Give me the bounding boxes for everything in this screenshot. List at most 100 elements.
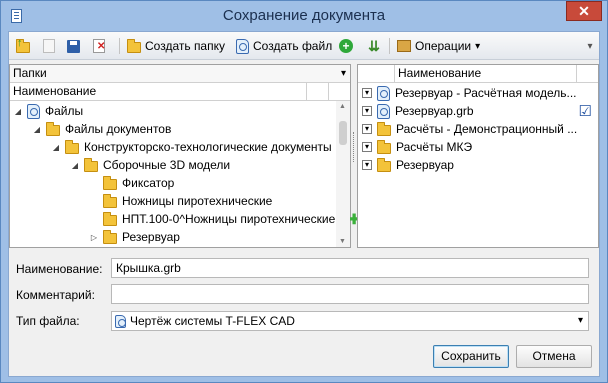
- download-icon: ⇊: [368, 38, 380, 54]
- tree-item-label: Файлы документов: [65, 122, 172, 136]
- expand-toggle-icon[interactable]: ▾: [362, 142, 372, 152]
- operations-menu[interactable]: Операции ▾: [397, 37, 480, 55]
- folder-icon: [84, 157, 98, 172]
- document-icon: [377, 103, 390, 119]
- chevron-down-icon: ▾: [587, 40, 593, 52]
- tree-item[interactable]: ◢ Сборочные 3D модели: [71, 156, 230, 174]
- toolbar-separator: [389, 38, 390, 54]
- chevron-down-icon[interactable]: ▾: [578, 312, 583, 330]
- edit-button[interactable]: [41, 37, 55, 55]
- tree-item[interactable]: ◢ Файлы: [14, 102, 83, 120]
- chevron-down-icon: ▾: [475, 40, 481, 52]
- dialog-body: ↑ ✕ Создать папку Создать файл + ⇊ Опера…: [8, 31, 600, 377]
- folder-icon: [103, 193, 117, 208]
- filetype-select[interactable]: Чертёж системы T-FLEX CAD ▾: [111, 311, 589, 331]
- collapse-arrow-icon[interactable]: ◢: [33, 125, 41, 134]
- pane-splitter[interactable]: [353, 132, 355, 162]
- toolbar: ↑ ✕ Создать папку Создать файл + ⇊ Опера…: [9, 32, 599, 60]
- create-file-label: Создать файл: [253, 39, 333, 53]
- folder-icon: [103, 175, 117, 190]
- filetype-value: Чертёж системы T-FLEX CAD: [130, 314, 295, 328]
- dialog-window: Сохранение документа ✕ ↑ ✕ Создать папку: [0, 0, 608, 383]
- file-list-item[interactable]: ▾ Резервуар: [362, 156, 596, 174]
- close-button[interactable]: ✕: [566, 1, 602, 21]
- scroll-down-icon[interactable]: ▼: [339, 238, 346, 245]
- checkmark-icon: ☑: [578, 103, 592, 120]
- tree-item-label: Резервуар: [122, 230, 180, 244]
- expand-toggle-icon[interactable]: ▾: [362, 106, 372, 116]
- title-bar[interactable]: Сохранение документа ✕: [1, 1, 607, 31]
- tree-item-label: Фиксатор: [122, 176, 175, 190]
- folders-scrollbar[interactable]: ▲ ▼: [336, 101, 350, 247]
- cancel-button[interactable]: Отмена: [516, 345, 592, 368]
- file-list-item[interactable]: ▾ Расчёты МКЭ: [362, 138, 596, 156]
- collapse-arrow-icon[interactable]: ◢: [14, 107, 22, 116]
- save-button[interactable]: Сохранить: [433, 345, 509, 368]
- tree-item[interactable]: НПТ.100-0^Ножницы пиротехнические ✚: [90, 210, 360, 228]
- file-list-item[interactable]: ▾ Расчёты - Демонстрационный ...: [362, 120, 596, 138]
- toolbar-overflow-button[interactable]: ▾: [583, 37, 597, 55]
- create-folder-label: Создать папку: [145, 39, 225, 53]
- save-button-toolbar[interactable]: [67, 37, 80, 55]
- chevron-down-icon[interactable]: ▾: [341, 65, 346, 82]
- folders-pane-title: Папки: [13, 66, 47, 80]
- folders-pane-header: Папки ▾: [10, 65, 350, 83]
- save-icon: [67, 39, 80, 53]
- create-file-button[interactable]: Создать файл: [236, 37, 332, 55]
- tree-item-label: Сборочные 3D модели: [103, 158, 231, 172]
- tree-item[interactable]: Фиксатор: [90, 174, 174, 192]
- file-list-item[interactable]: ▾ Резервуар - Расчётная модель...: [362, 84, 596, 102]
- tree-item[interactable]: ▷ Резервуар: [90, 228, 180, 246]
- column-name-label: Наименование: [13, 84, 97, 98]
- delete-button[interactable]: ✕: [93, 37, 105, 55]
- file-list-item[interactable]: ▾ Резервуар.grb ☑: [362, 102, 596, 120]
- operations-label: Операции: [415, 39, 472, 53]
- scroll-up-icon[interactable]: ▲: [339, 103, 346, 110]
- up-folder-button[interactable]: ↑: [15, 37, 31, 55]
- name-field[interactable]: Крышка.grb: [111, 258, 589, 278]
- expand-toggle-icon[interactable]: ▾: [362, 160, 372, 170]
- filetype-label: Тип файла:: [16, 314, 80, 328]
- expand-arrow-icon[interactable]: ▷: [90, 233, 98, 242]
- comment-field[interactable]: [111, 284, 589, 304]
- folder-icon: [65, 139, 79, 154]
- tree-item[interactable]: ◢ Конструкторско-технологические документ…: [52, 138, 332, 156]
- folder-icon: [103, 211, 117, 226]
- files-column-header[interactable]: Наименование: [358, 65, 598, 83]
- files-pane: Наименование ▾ Резервуар - Расчётная моде…: [357, 64, 599, 248]
- add-button[interactable]: +: [339, 37, 353, 55]
- download-button[interactable]: ⇊: [366, 37, 382, 55]
- name-label: Наименование:: [16, 262, 103, 276]
- folder-icon: [377, 121, 391, 136]
- folders-pane: Папки ▾ Наименование ◢ Файлы ◢ Файлы докуме…: [9, 64, 360, 248]
- folders-column-header[interactable]: Наименование: [10, 83, 350, 101]
- tree-item-label: Файлы: [45, 104, 84, 118]
- operations-icon: [397, 40, 411, 52]
- folder-icon: [377, 157, 391, 172]
- create-folder-button[interactable]: Создать папку: [127, 37, 225, 55]
- column-name-label: Наименование: [398, 66, 482, 80]
- add-circle-icon: +: [339, 39, 353, 53]
- folder-icon: [46, 121, 60, 136]
- document-icon: [236, 38, 249, 54]
- collapse-arrow-icon[interactable]: ◢: [52, 143, 60, 152]
- document-icon: [27, 103, 40, 119]
- file-item-label: Резервуар.grb: [395, 104, 474, 118]
- tree-item[interactable]: ◢ Файлы документов: [33, 120, 171, 138]
- tflex-document-icon: [115, 314, 126, 328]
- tree-item-label: Ножницы пиротехнические: [122, 194, 273, 208]
- edit-icon: [43, 39, 55, 53]
- folder-icon: [377, 139, 391, 154]
- document-icon: [377, 85, 390, 101]
- collapse-arrow-icon[interactable]: ◢: [71, 161, 79, 170]
- tree-item[interactable]: Ножницы пиротехнические: [90, 192, 272, 210]
- folder-icon: [127, 38, 141, 53]
- expand-toggle-icon[interactable]: ▾: [362, 88, 372, 98]
- window-title: Сохранение документа: [222, 7, 386, 24]
- scrollbar-thumb[interactable]: [339, 121, 347, 145]
- file-item-label: Расчёты МКЭ: [396, 140, 473, 154]
- folder-icon: [103, 229, 117, 244]
- toolbar-separator: [119, 38, 120, 54]
- up-folder-icon: ↑: [15, 37, 31, 54]
- expand-toggle-icon[interactable]: ▾: [362, 124, 372, 134]
